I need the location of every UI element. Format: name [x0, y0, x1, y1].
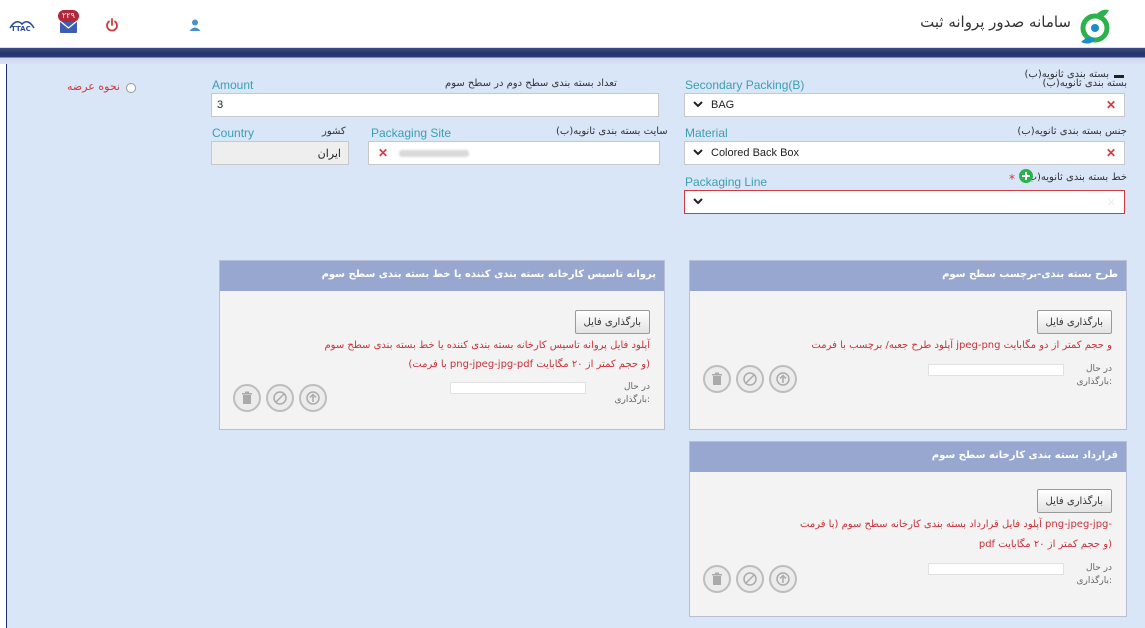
material-en-label: Material	[685, 126, 728, 140]
cancel-icon	[743, 572, 757, 586]
material-fa-label: جنس بسته بندی ثانویه(ب)	[1017, 126, 1127, 137]
country-value: ایران	[317, 148, 341, 160]
amount-fa-label: تعداد بسته بندی سطح دوم در سطح سوم	[445, 78, 617, 89]
contract-upload-desc-2: pdf و حجم کمتر از ۲۰ مگابایت)	[978, 539, 1112, 550]
cancel-icon	[743, 372, 757, 386]
app-title: سامانه صدور پروانه ثبت	[920, 13, 1071, 31]
clear-icon[interactable]: ✕	[1107, 196, 1116, 209]
label-design-progress-bar	[928, 364, 1064, 376]
cancel-icon	[273, 391, 287, 405]
country-fa-label: کشور	[322, 126, 346, 137]
amount-value: 3	[217, 99, 224, 111]
power-icon[interactable]	[104, 17, 120, 33]
add-packaging-line-icon[interactable]	[1019, 169, 1033, 183]
clear-icon[interactable]: ✕	[1106, 146, 1116, 160]
messages-icon[interactable]: ۲۲۹	[56, 10, 86, 38]
label-design-upload-icon-button[interactable]	[769, 365, 797, 393]
notification-badge: ۲۲۹	[58, 10, 79, 22]
label-design-upload-button[interactable]: بارگذاری فایل	[1036, 310, 1112, 334]
clear-icon[interactable]: ✕	[1106, 98, 1116, 112]
label-design-cancel-icon-button[interactable]	[736, 365, 764, 393]
license-upload-button[interactable]: بارگذاری فایل	[574, 310, 650, 334]
clear-icon[interactable]: ✕	[378, 146, 388, 160]
user-icon[interactable]	[188, 18, 202, 32]
chevron-down-icon	[693, 198, 703, 205]
packaging-site-select[interactable]: ✕	[368, 141, 660, 165]
contract-delete-icon-button[interactable]	[703, 565, 731, 593]
chevron-down-icon	[693, 101, 703, 108]
svg-text:TTAC: TTAC	[11, 25, 31, 33]
amount-en-label: Amount	[212, 78, 254, 92]
upload-arrow-icon	[306, 391, 320, 405]
amount-input[interactable]: 3	[211, 93, 659, 117]
contract-upload-panel: قرارداد بسته بندی کارخانه سطح سوم بارگذا…	[689, 441, 1127, 617]
trash-icon	[712, 572, 722, 585]
app-logo-icon	[1075, 6, 1115, 44]
contract-panel-header: قرارداد بسته بندی کارخانه سطح سوم	[690, 442, 1126, 472]
trash-icon	[242, 391, 252, 404]
secondary-packing-value: BAG	[711, 99, 735, 111]
label-design-upload-desc: آپلود طرح جعبه/ برچسب با فرمت jpeg-png و…	[811, 340, 1112, 351]
packaging-site-en-label: Packaging Site	[371, 126, 452, 140]
secondary-packing-fa-label: بسته بندی ثانویه(ب)	[1042, 78, 1127, 89]
presentation-label: نحوه عرضه	[67, 80, 120, 93]
secondary-packing-en-label: Secondary Packing(B)	[685, 78, 805, 92]
secondary-packing-select[interactable]: BAG ✕	[684, 93, 1125, 117]
license-progress-bar	[450, 382, 586, 394]
country-input: ایران	[211, 141, 349, 165]
upload-arrow-icon	[776, 372, 790, 386]
packaging-line-select[interactable]: ✕	[684, 190, 1125, 214]
label-design-panel-header: طرح بسته بندی-برچسب سطح سوم	[690, 261, 1126, 291]
license-upload-desc-2: (با فرمت png-jpeg-jpg-pdf و حجم کمتر از …	[408, 359, 650, 370]
contract-cancel-icon-button[interactable]	[736, 565, 764, 593]
contract-upload-desc-1: آپلود فایل قرارداد بسته بندی کارخانه سطح…	[800, 519, 1112, 530]
license-upload-desc-1: آپلود فایل پروانه تاسیس کارخانه بسته بند…	[324, 340, 650, 351]
license-upload-panel: پروانه تاسیس کارخانه بسته بندی کننده یا …	[219, 260, 665, 430]
main-content: بسته بندی ثانویه(ب) نحوه عرضه بسته بندی …	[6, 64, 1145, 628]
country-en-label: Country	[212, 126, 255, 140]
license-cancel-icon-button[interactable]	[266, 384, 294, 412]
contract-upload-button[interactable]: بارگذاری فایل	[1036, 489, 1112, 513]
label-design-upload-panel: طرح بسته بندی-برچسب سطح سوم بارگذاری فای…	[689, 260, 1127, 430]
required-mark: *	[1009, 172, 1015, 186]
license-panel-header: پروانه تاسیس کارخانه بسته بندی کننده یا …	[220, 261, 664, 291]
ttac-logo-icon[interactable]: TTAC	[8, 16, 36, 34]
contract-progress-bar	[928, 563, 1064, 575]
contract-status-label: در حال بارگذاری:	[1076, 563, 1112, 586]
license-status-label: در حال بارگذاری:	[614, 382, 650, 405]
material-select[interactable]: Colored Back Box ✕	[684, 141, 1125, 165]
label-design-delete-icon-button[interactable]	[703, 365, 731, 393]
chevron-down-icon	[693, 149, 703, 156]
packaging-site-fa-label: سایت بسته بندی ثانویه(ب)	[556, 126, 668, 137]
license-upload-icon-button[interactable]	[299, 384, 327, 412]
presentation-radio[interactable]	[126, 83, 136, 93]
label-design-status-label: در حال بارگذاری:	[1076, 364, 1112, 387]
top-bar: TTAC ۲۲۹ سامانه صدور پروانه ثبت	[0, 0, 1145, 48]
upload-arrow-icon	[776, 572, 790, 586]
header-strip	[0, 48, 1145, 64]
contract-upload-icon-button[interactable]	[769, 565, 797, 593]
license-delete-icon-button[interactable]	[233, 384, 261, 412]
contract-panel-title: قرارداد بسته بندی کارخانه سطح سوم	[931, 450, 1118, 461]
material-value: Colored Back Box	[711, 147, 800, 159]
packaging-site-value-blurred	[399, 150, 469, 157]
label-design-panel-title: طرح بسته بندی-برچسب سطح سوم	[942, 269, 1118, 280]
packaging-line-fa-label: خط بسته بندی ثانویه(ب)	[1023, 172, 1127, 183]
license-panel-title: پروانه تاسیس کارخانه بسته بندی کننده یا …	[321, 269, 656, 280]
trash-icon	[712, 372, 722, 385]
packaging-line-en-label: Packaging Line	[685, 175, 768, 189]
